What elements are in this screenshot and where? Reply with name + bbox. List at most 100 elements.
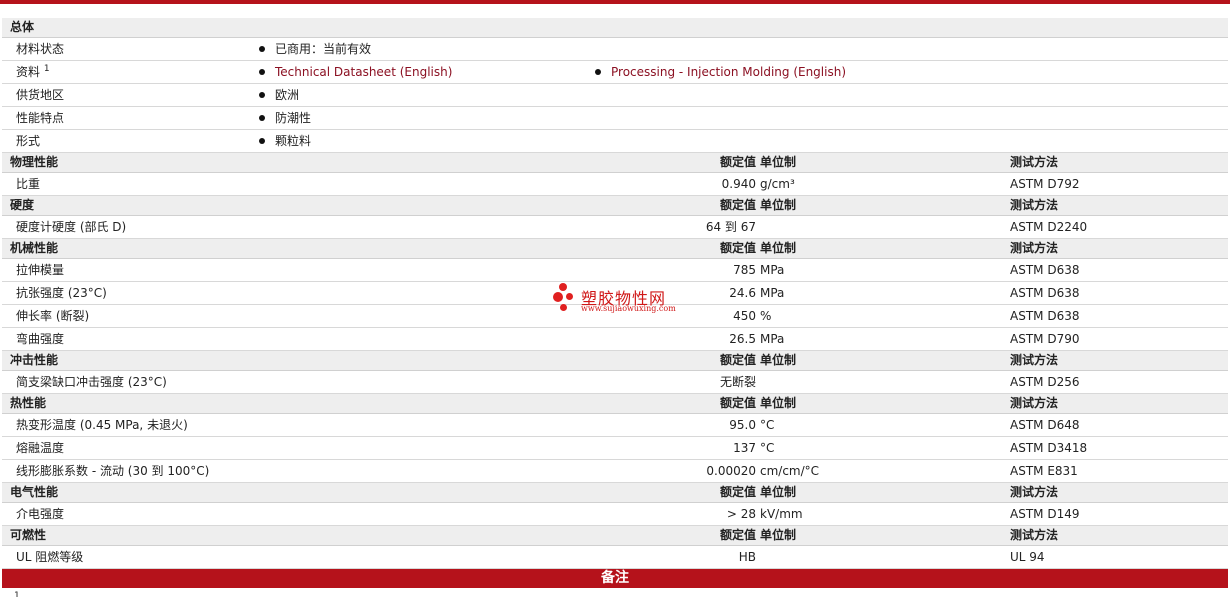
property-value: HB	[738, 550, 756, 564]
bullet-item[interactable]: Technical Datasheet (English)	[259, 61, 452, 83]
test-method: ASTM D638	[1010, 286, 1080, 300]
test-method: ASTM D638	[1010, 309, 1080, 323]
section-header: 物理性能 额定值 单位制 测试方法	[2, 153, 1228, 173]
bullet-item: 已商用：当前有效	[259, 38, 371, 60]
column-header-value: 额定值	[719, 528, 756, 542]
property-row: 弯曲强度 26.5 MPa ASTM D790	[2, 328, 1228, 351]
test-method: ASTM D149	[1010, 507, 1080, 521]
property-label: 资料 1	[16, 61, 50, 83]
property-value: 24.6	[729, 286, 756, 300]
property-value: 95.0	[729, 418, 756, 432]
column-header-unit: 单位制	[760, 155, 797, 169]
property-label-text: 形式	[16, 134, 41, 148]
column-header-value: 额定值	[719, 241, 756, 255]
column-header-unit: 单位制	[760, 241, 797, 255]
column-header-method: 测试方法	[1010, 396, 1059, 410]
bullet-icon	[259, 45, 265, 52]
bullet-text: 已商用：当前有效	[275, 42, 372, 56]
top-accent-bar	[0, 0, 1230, 4]
property-value: > 28	[726, 507, 756, 521]
property-label: 拉伸模量	[16, 263, 65, 277]
footnote-ref: 1	[43, 64, 50, 74]
column-header-method: 测试方法	[1010, 485, 1059, 499]
property-value: 450	[733, 309, 756, 323]
test-method: ASTM D792	[1010, 177, 1080, 191]
note-number: 1	[14, 591, 20, 597]
bullet-item: 防潮性	[259, 107, 311, 129]
property-label: UL 阻燃等级	[16, 550, 84, 564]
column-header-unit: 单位制	[760, 485, 797, 499]
section-title: 热性能	[10, 396, 47, 410]
section-header: 热性能 额定值 单位制 测试方法	[2, 394, 1228, 414]
property-value: 137	[733, 441, 756, 455]
property-value: 0.940	[721, 177, 756, 191]
property-label-text: 供货地区	[16, 88, 65, 102]
test-method: ASTM D256	[1010, 375, 1080, 389]
property-unit: %	[760, 309, 772, 323]
property-row: 熔融温度 137 °C ASTM D3418	[2, 437, 1228, 460]
property-row: 硬度计硬度 (部氏 D) 64 到 67 ASTM D2240	[2, 216, 1228, 239]
property-label-text: 性能特点	[16, 111, 65, 125]
property-label: 简支梁缺口冲击强度 (23°C)	[16, 375, 167, 389]
column-header-unit: 单位制	[760, 198, 797, 212]
property-label: 比重	[16, 177, 41, 191]
notes-title: 备注	[601, 570, 629, 586]
property-label: 硬度计硬度 (部氏 D)	[16, 220, 127, 234]
test-method: ASTM D638	[1010, 263, 1080, 277]
property-row: 比重 0.940 g/cm³ ASTM D792	[2, 173, 1228, 196]
section-header: 可燃性 额定值 单位制 测试方法	[2, 526, 1228, 546]
general-rows: 材料状态 已商用：当前有效资料 1 Technical Datasheet (Eng…	[2, 38, 1228, 153]
column-header-value: 额定值	[719, 353, 756, 367]
section-header: 电气性能 额定值 单位制 测试方法	[2, 483, 1228, 503]
property-label: 弯曲强度	[16, 332, 65, 346]
property-label: 熔融温度	[16, 441, 65, 455]
column-header-value: 额定值	[719, 485, 756, 499]
bullet-icon	[595, 68, 601, 75]
property-label: 线形膨胀系数 - 流动 (30 到 100°C)	[16, 464, 210, 478]
column-header-method: 测试方法	[1010, 241, 1059, 255]
column-header-unit: 单位制	[760, 353, 797, 367]
column-header-method: 测试方法	[1010, 198, 1059, 212]
bullet-text: 欧洲	[275, 88, 300, 102]
property-label: 形式	[16, 130, 40, 152]
property-row: 热变形温度 (0.45 MPa, 未退火) 95.0 °C ASTM D648	[2, 414, 1228, 437]
property-label: 材料状态	[16, 38, 64, 60]
property-unit: MPa	[760, 332, 785, 346]
document-link[interactable]: Processing - Injection Molding (English)	[611, 65, 846, 79]
property-label: 介电强度	[16, 507, 65, 521]
general-row: 资料 1 Technical Datasheet (English) Process…	[2, 61, 1228, 84]
property-value: 26.5	[729, 332, 756, 346]
column-header-method: 测试方法	[1010, 353, 1059, 367]
property-label: 伸长率 (断裂)	[16, 309, 90, 323]
bullet-item[interactable]: Processing - Injection Molding (English)	[595, 61, 846, 83]
watermark-logo: 塑胶物性网 www.sujiaowuxing.com	[553, 283, 693, 315]
logo-dots-icon	[553, 283, 579, 313]
property-row: 简支梁缺口冲击强度 (23°C) 无断裂 ASTM D256	[2, 371, 1228, 394]
column-header-value: 额定值	[719, 396, 756, 410]
section-header: 机械性能 额定值 单位制 测试方法	[2, 239, 1228, 259]
section-header-general: 总体	[2, 18, 1228, 38]
general-row: 材料状态 已商用：当前有效	[2, 38, 1228, 61]
property-value: 64 到 67	[705, 220, 756, 234]
property-row: 介电强度 > 28 kV/mm ASTM D149	[2, 503, 1228, 526]
property-unit: kV/mm	[760, 507, 803, 521]
test-method: ASTM D2240	[1010, 220, 1088, 234]
section-title: 可燃性	[10, 528, 47, 542]
property-value: 785	[733, 263, 756, 277]
watermark-url: www.sujiaowuxing.com	[581, 304, 676, 313]
property-unit: °C	[760, 441, 775, 455]
section-title: 电气性能	[10, 485, 59, 499]
bullet-icon	[259, 68, 265, 75]
section-title: 物理性能	[10, 155, 59, 169]
test-method: UL 94	[1010, 550, 1045, 564]
column-header-value: 额定值	[719, 198, 756, 212]
property-label-text: 资料	[16, 65, 41, 79]
section-title: 硬度	[10, 198, 35, 212]
property-label: 供货地区	[16, 84, 64, 106]
bullet-icon	[259, 114, 265, 121]
property-unit: cm/cm/°C	[760, 464, 820, 478]
document-link[interactable]: Technical Datasheet (English)	[275, 65, 452, 79]
section-header: 硬度 额定值 单位制 测试方法	[2, 196, 1228, 216]
notes-header: 备注	[2, 569, 1228, 588]
general-row: 形式 颗粒料	[2, 130, 1228, 153]
